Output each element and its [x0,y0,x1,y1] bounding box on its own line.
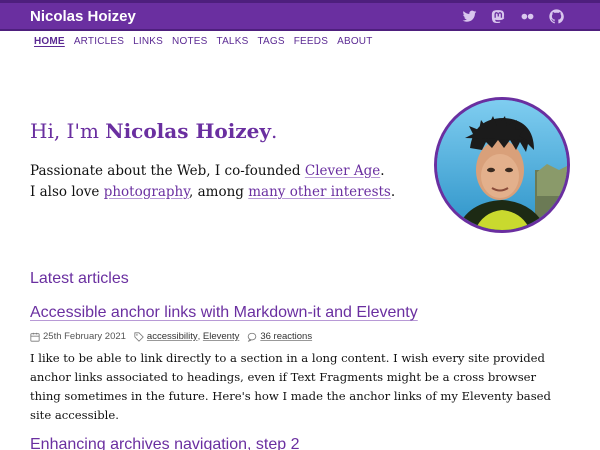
nav-links[interactable]: LINKS [133,36,163,47]
hero-line2-suffix: . [390,184,396,200]
hero-heading: Hi, I'm Nicolas Hoizey. [30,119,277,143]
tag-icon [134,331,144,342]
hero-greeting: Hi, I'm [30,119,99,143]
tag-eleventy-link[interactable]: Eleventy [203,331,239,342]
tag-accessibility-link[interactable]: accessibility [147,331,198,342]
hero-intro: Passionate about the Web, I co-founded C… [30,161,420,203]
site-title-link[interactable]: Nicolas Hoizey [30,8,136,25]
hero-line-1: Passionate about the Web, I co-founded C… [30,161,420,182]
nav-feeds[interactable]: FEEDS [294,36,328,47]
nav-talks[interactable]: TALKS [217,36,249,47]
hero-line2-prefix: I also love [30,184,100,200]
flickr-icon[interactable] [520,9,535,24]
nav-tags[interactable]: TAGS [257,36,284,47]
twitter-icon[interactable] [462,9,477,24]
photography-link[interactable]: photography [104,184,189,200]
github-icon[interactable] [549,9,564,24]
next-article-title-link[interactable]: Enhancing archives navigation, step 2 [30,436,300,450]
hero-line1-prefix: Passionate about the Web, I co-founded [30,163,301,179]
mastodon-icon[interactable] [491,9,506,24]
interests-link[interactable]: many other interests [248,184,391,200]
article-title-link[interactable]: Accessible anchor links with Markdown-it… [30,304,418,322]
nav-about[interactable]: ABOUT [337,36,372,47]
hero-line2-middle: , among [189,184,244,200]
main-nav: HOME ARTICLES LINKS NOTES TALKS TAGS FEE… [34,36,373,47]
calendar-icon [30,332,40,342]
clever-age-link[interactable]: Clever Age [305,163,380,179]
nav-articles[interactable]: ARTICLES [74,36,124,47]
hero-line-2: I also love photography, among many othe… [30,182,420,203]
avatar [434,97,570,233]
social-links [462,9,564,24]
article-date: 25th February 2021 [43,331,126,342]
nav-notes[interactable]: NOTES [172,36,207,47]
comment-icon [247,332,257,342]
hero-name: Nicolas Hoizey [105,119,271,143]
latest-articles-heading: Latest articles [30,270,129,287]
reactions-link[interactable]: 36 reactions [260,331,312,342]
hero-period: . [271,119,278,143]
nav-home[interactable]: HOME [34,36,65,47]
site-header: Nicolas Hoizey [0,0,600,31]
tag-separator: , [197,331,201,342]
article-meta: 25th February 2021 accessibility, Eleven… [30,331,312,342]
article-excerpt: I like to be able to link directly to a … [30,351,551,422]
hero-line1-suffix: . [380,163,385,179]
